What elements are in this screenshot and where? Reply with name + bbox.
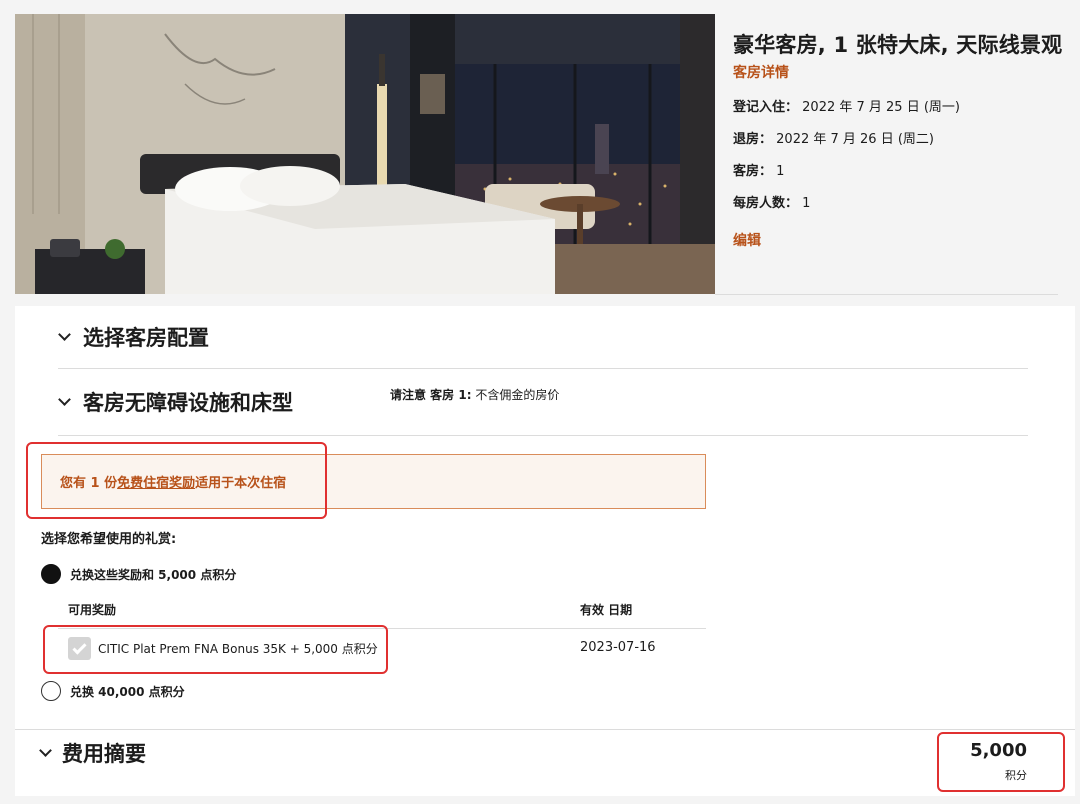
reward-expiry-date: 2023-07-16 — [580, 640, 656, 655]
checkin-value: 2022 年 7 月 25 日 (周一) — [802, 100, 960, 115]
fee-summary-title: 费用摘要 — [62, 742, 146, 766]
checkout-row: 退房： 2022 年 7 月 26 日 (周二) — [733, 128, 1063, 147]
checkin-row: 登记入住： 2022 年 7 月 25 日 (周一) — [733, 96, 1063, 115]
chevron-down-icon — [58, 328, 71, 341]
booking-panel: 选择客房配置 客房无障碍设施和床型 请注意 客房 1: 不含佣金的房价 您有 1… — [15, 306, 1075, 796]
accessibility-accordion[interactable]: 客房无障碍设施和床型 — [58, 387, 293, 417]
room-config-title: 选择客房配置 — [83, 326, 209, 350]
section-divider — [58, 435, 1028, 436]
reward-option-2-label: 兑换 40,000 点积分 — [70, 684, 185, 699]
room-title: 豪华客房, 1 张特大床, 天际线景观 — [733, 33, 1063, 57]
rooms-value: 1 — [776, 164, 785, 179]
room-info: 豪华客房, 1 张特大床, 天际线景观 客房详情 登记入住： 2022 年 7 … — [733, 30, 1063, 250]
highlight-outline — [937, 732, 1065, 792]
fee-summary-accordion[interactable]: 费用摘要 — [39, 738, 146, 768]
accessibility-title: 客房无障碍设施和床型 — [83, 391, 293, 415]
highlight-outline — [26, 442, 327, 519]
checkout-label: 退房： — [733, 132, 773, 147]
info-divider — [715, 294, 1058, 295]
radio-unselected-icon[interactable] — [41, 681, 61, 701]
rate-notice: 请注意 客房 1: 不含佣金的房价 — [390, 386, 559, 403]
room-config-accordion[interactable]: 选择客房配置 — [58, 322, 209, 352]
rate-notice-label: 请注意 客房 1: — [390, 388, 472, 402]
chevron-down-icon — [58, 393, 71, 406]
checkout-value: 2022 年 7 月 26 日 (周二) — [776, 132, 934, 147]
guests-label: 每房人数： — [733, 196, 799, 211]
highlight-outline — [43, 625, 388, 674]
reward-option-1-label: 兑换这些奖励和 5,000 点积分 — [70, 567, 237, 582]
edit-link[interactable]: 编辑 — [733, 230, 1063, 250]
rooms-label: 客房： — [733, 164, 773, 179]
table-header-reward: 可用奖励 — [68, 603, 117, 617]
guests-row: 每房人数： 1 — [733, 192, 1063, 211]
reward-option-1[interactable]: 兑换这些奖励和 5,000 点积分 — [41, 564, 236, 584]
guests-value: 1 — [802, 196, 811, 211]
reward-option-2[interactable]: 兑换 40,000 点积分 — [41, 681, 185, 701]
reward-choice-label: 选择您希望使用的礼赏: — [41, 532, 177, 547]
section-divider — [15, 729, 1075, 730]
section-divider — [58, 368, 1028, 369]
room-photo — [15, 14, 715, 294]
rate-notice-text: 不含佣金的房价 — [475, 388, 560, 402]
rooms-row: 客房： 1 — [733, 160, 1063, 179]
table-header-expiry: 有效 日期 — [580, 603, 633, 617]
room-details-link[interactable]: 客房详情 — [733, 62, 1063, 82]
checkin-label: 登记入住： — [733, 100, 799, 115]
chevron-down-icon — [39, 744, 52, 757]
radio-selected-icon[interactable] — [41, 564, 61, 584]
